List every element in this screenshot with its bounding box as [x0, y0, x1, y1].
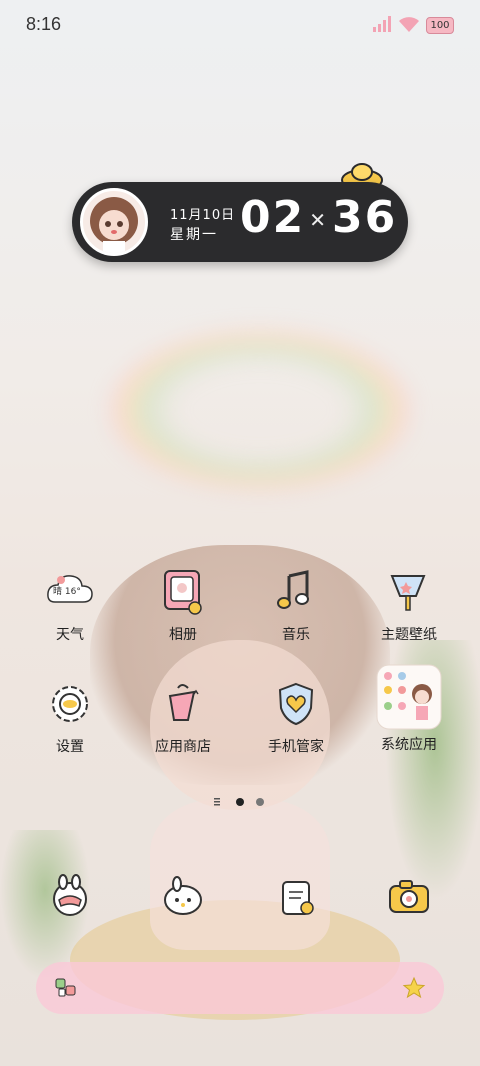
app-label: 相册 — [169, 627, 197, 643]
widget-weekday: 星期一 — [170, 227, 218, 243]
search-bar[interactable] — [36, 962, 444, 1014]
phone-bunny-icon — [45, 872, 95, 922]
dock-browser[interactable] — [246, 872, 346, 922]
app-label: 系统应用 — [381, 737, 437, 753]
widget-hour: 02 — [240, 192, 306, 243]
app-music[interactable]: 音乐 — [246, 568, 346, 644]
dock-phone[interactable] — [20, 872, 120, 922]
camera-icon — [384, 872, 434, 922]
gear-icon — [45, 680, 95, 730]
cellular-signal-icon — [373, 16, 391, 32]
app-label: 设置 — [56, 739, 84, 755]
weather-text: 晴 16° — [53, 587, 81, 597]
app-label: 手机管家 — [268, 739, 324, 755]
app-logo-icon — [55, 978, 76, 997]
music-note-icon — [271, 568, 321, 618]
paint-fan-icon — [384, 568, 434, 618]
app-phone-manager[interactable]: 手机管家 — [246, 680, 346, 756]
weather-cloud-icon: 晴 16° — [45, 568, 95, 618]
widget-date: 11月10日 — [170, 208, 236, 223]
time-separator: ✕ — [309, 208, 328, 232]
app-settings[interactable]: 设置 — [20, 680, 120, 756]
app-system-folder[interactable]: 系统应用 — [359, 664, 459, 754]
dock-camera[interactable] — [359, 872, 459, 922]
app-label: 主题壁纸 — [381, 627, 437, 643]
chat-bunny-icon — [158, 872, 208, 922]
wifi-icon — [399, 17, 419, 32]
app-gallery[interactable]: 相册 — [133, 568, 233, 644]
folder-grid-icon — [376, 664, 442, 730]
widget-time: 02 ✕36 — [240, 192, 397, 243]
widget-minute: 36 — [332, 192, 398, 243]
dock-messages[interactable] — [133, 872, 233, 922]
wallpaper-rainbow — [110, 330, 410, 490]
app-label: 天气 — [56, 627, 84, 643]
app-store[interactable]: 应用商店 — [133, 680, 233, 756]
photo-frame-icon — [158, 568, 208, 618]
girl-avatar — [80, 188, 148, 256]
clock-widget[interactable]: 11月10日 星期一 02 ✕36 — [72, 182, 408, 262]
note-toast-icon — [271, 872, 321, 922]
page-indicator[interactable] — [212, 796, 272, 808]
app-label: 应用商店 — [155, 739, 211, 755]
battery-icon: 100 — [426, 17, 454, 34]
status-time: 8:16 — [26, 14, 62, 34]
app-label: 音乐 — [282, 627, 310, 643]
star-icon[interactable] — [402, 976, 426, 1000]
app-themes[interactable]: 主题壁纸 — [359, 568, 459, 644]
app-weather[interactable]: 晴 16° 天气 — [20, 568, 120, 644]
shopping-bag-icon — [158, 680, 208, 730]
shield-heart-icon — [271, 680, 321, 730]
status-bar: 8:16 100 — [0, 0, 480, 50]
